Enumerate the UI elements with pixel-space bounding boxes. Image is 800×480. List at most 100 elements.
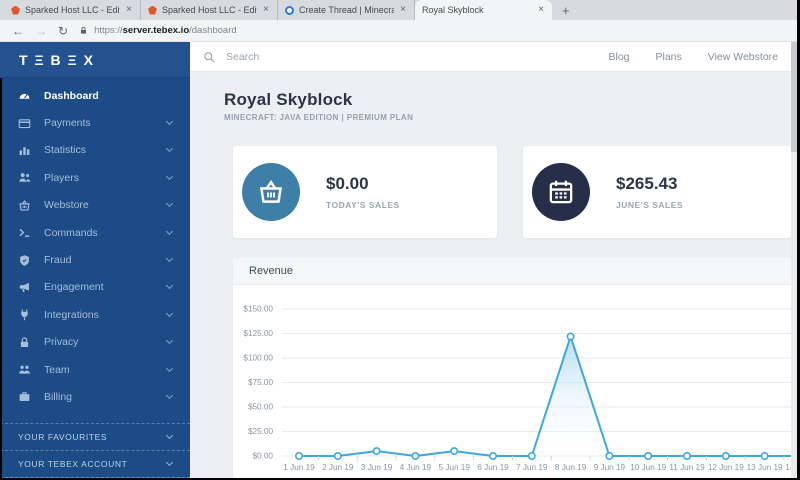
tab-close-icon[interactable]: × xyxy=(537,5,545,15)
stat-card: $265.43 JUNE'S SALES xyxy=(523,146,791,238)
svg-text:11 Jun 19: 11 Jun 19 xyxy=(669,463,705,472)
tab-title: Sparked Host LLC - Edit File xyxy=(162,5,257,15)
sidebar-item-fraud[interactable]: Fraud xyxy=(0,246,190,273)
sidebar-item-label: Statistics xyxy=(44,144,87,157)
lock-icon xyxy=(18,336,31,349)
minecraft-market-favicon xyxy=(285,5,294,15)
svg-text:$25.00: $25.00 xyxy=(248,427,273,436)
new-tab-button[interactable]: + xyxy=(562,4,570,17)
chevron-down-icon xyxy=(165,118,174,126)
tebex-logo: TΞBΞX xyxy=(0,42,190,78)
sidebar-item-label: Engagement xyxy=(44,281,104,294)
stat-text: $265.43 JUNE'S SALES xyxy=(616,174,683,210)
svg-text:$0.00: $0.00 xyxy=(253,452,274,461)
topbar-link-blog[interactable]: Blog xyxy=(608,51,629,63)
sidebar-item-label: Payments xyxy=(44,117,91,130)
sidebar-item-team[interactable]: Team xyxy=(0,356,190,383)
svg-text:2 Jun 19: 2 Jun 19 xyxy=(322,463,354,472)
dashboard-content: Royal Skyblock MINECRAFT: JAVA EDITION |… xyxy=(190,72,800,480)
calendar-icon xyxy=(532,163,590,221)
chevron-down-icon xyxy=(165,431,174,439)
sidebar: TΞBΞX Dashboard Payments Statistics Players… xyxy=(0,42,190,480)
svg-text:1 Jun 19: 1 Jun 19 xyxy=(283,463,315,472)
svg-text:6 Jun 19: 6 Jun 19 xyxy=(477,463,509,472)
sidebar-nav: Dashboard Payments Statistics Players Websto… xyxy=(0,78,190,411)
sidebar-item-payments[interactable]: Payments xyxy=(0,109,190,136)
sidebar-section-your-favourites[interactable]: YOUR FAVOURITES xyxy=(0,422,190,450)
tab-title: Sparked Host LLC - Edit File xyxy=(25,5,120,15)
tab-title: Royal Skyblock xyxy=(422,5,484,15)
sidebar-item-label: Privacy xyxy=(44,336,79,349)
sidebar-item-label: Dashboard xyxy=(44,89,99,102)
sidebar-item-engagement[interactable]: Engagement xyxy=(0,274,190,301)
chevron-down-icon xyxy=(165,364,174,372)
bar-chart-icon xyxy=(18,144,31,157)
basket-icon xyxy=(18,199,31,212)
sidebar-section-label: YOUR FAVOURITES xyxy=(18,431,108,442)
padlock-icon xyxy=(81,27,87,34)
terminal-icon xyxy=(18,226,31,239)
browser-tab[interactable]: Create Thread | Minecraft Market × xyxy=(278,0,415,20)
svg-text:5 Jun 19: 5 Jun 19 xyxy=(438,463,470,472)
stat-amount: $0.00 xyxy=(326,174,369,193)
sidebar-item-commands[interactable]: Commands xyxy=(0,219,190,246)
sidebar-item-webstore[interactable]: Webstore xyxy=(0,192,190,219)
svg-text:9 Jun 19: 9 Jun 19 xyxy=(594,463,626,472)
svg-text:8 Jun 19: 8 Jun 19 xyxy=(555,463,587,472)
topbar-link-view-webstore[interactable]: View Webstore xyxy=(708,51,778,63)
browser-tab[interactable]: Sparked Host LLC - Edit File × xyxy=(4,0,141,20)
address-bar[interactable]: https://server.tebex.io/dashboard xyxy=(79,25,237,36)
browser-toolbar: ← → ↻ https://server.tebex.io/dashboard xyxy=(0,20,800,42)
stat-label: TODAY'S SALES xyxy=(326,200,400,210)
reload-icon[interactable]: ↻ xyxy=(58,25,68,37)
sidebar-item-integrations[interactable]: Integrations xyxy=(0,301,190,328)
search-icon xyxy=(204,51,215,62)
back-icon[interactable]: ← xyxy=(12,25,24,37)
sidebar-item-label: Commands xyxy=(44,226,98,239)
card-icon xyxy=(18,117,31,130)
sidebar-section-your-tebex-account[interactable]: YOUR TEBEX ACCOUNT xyxy=(0,449,190,477)
browser-tab[interactable]: Royal Skyblock × xyxy=(415,0,552,20)
forward-icon[interactable]: → xyxy=(35,25,47,37)
tab-close-icon[interactable]: × xyxy=(125,5,133,15)
basket-icon xyxy=(242,163,300,221)
tab-close-icon[interactable]: × xyxy=(262,5,270,15)
chevron-down-icon xyxy=(165,200,174,208)
topbar-link-plans[interactable]: Plans xyxy=(656,51,682,63)
chevron-down-icon xyxy=(165,458,174,466)
sidebar-item-players[interactable]: Players xyxy=(0,164,190,191)
url-text: https://server.tebex.io/dashboard xyxy=(94,25,237,36)
svg-text:10 Jun 19: 10 Jun 19 xyxy=(630,463,666,472)
sidebar-item-label: Billing xyxy=(44,390,73,403)
tab-title: Create Thread | Minecraft Market xyxy=(299,5,395,15)
sidebar-item-billing[interactable]: Billing xyxy=(0,383,190,410)
sidebar-item-dashboard[interactable]: Dashboard xyxy=(0,82,190,109)
megaphone-icon xyxy=(18,281,31,294)
sparked-host-favicon xyxy=(11,5,20,15)
page-title: Royal Skyblock xyxy=(224,90,353,109)
chevron-down-icon xyxy=(165,391,174,400)
frame-edge-left xyxy=(0,78,2,480)
sidebar-item-statistics[interactable]: Statistics xyxy=(0,137,190,164)
search-input[interactable] xyxy=(226,50,466,63)
browser-tab[interactable]: Sparked Host LLC - Edit File × xyxy=(141,0,278,20)
browser-tab-bar: Sparked Host LLC - Edit File×Sparked Hos… xyxy=(0,0,800,20)
chevron-down-icon xyxy=(165,172,174,180)
plug-icon xyxy=(18,308,31,321)
sparked-host-favicon xyxy=(148,5,157,15)
sidebar-item-label: Players xyxy=(44,171,80,184)
stat-text: $0.00 TODAY'S SALES xyxy=(326,174,400,210)
sidebar-section-label: YOUR TEBEX ACCOUNT xyxy=(18,458,128,469)
tab-close-icon[interactable]: × xyxy=(399,5,407,15)
stat-amount: $265.43 xyxy=(616,174,678,193)
chevron-down-icon xyxy=(165,309,174,317)
chevron-down-icon xyxy=(165,254,174,263)
sidebar-item-privacy[interactable]: Privacy xyxy=(0,329,190,356)
stat-card: $0.00 TODAY'S SALES xyxy=(233,146,497,238)
revenue-panel-title: Revenue xyxy=(233,258,800,285)
sidebar-item-label: Webstore xyxy=(44,199,89,212)
svg-text:12 Jun 19: 12 Jun 19 xyxy=(708,463,744,472)
screen: Sparked Host LLC - Edit File×Sparked Hos… xyxy=(0,0,800,480)
chevron-down-icon xyxy=(165,282,174,290)
